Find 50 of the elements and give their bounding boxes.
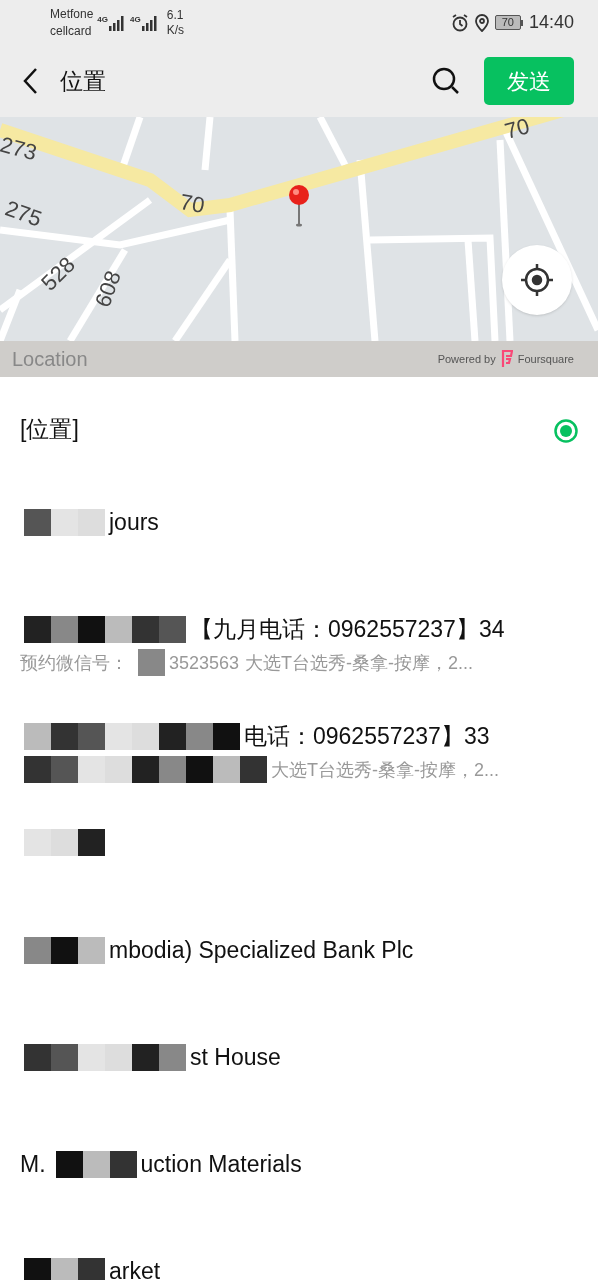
place-row[interactable]: [位置] [0,377,598,484]
place-row[interactable]: arket [0,1233,598,1280]
mosaic-redaction [138,649,165,676]
clock: 14:40 [528,11,574,34]
powered-by-text: Powered by [437,351,496,367]
place-row[interactable]: jours [0,484,598,591]
provider-name: Foursquare [517,351,574,367]
place-address: 3523563 [169,651,240,675]
network-label: 4G [97,13,109,26]
crosshair-icon [519,262,555,298]
map-footer-label: Location [12,347,88,372]
road-label: 70 [178,191,207,217]
road-label: 70 [502,117,532,143]
place-row[interactable]: 【九月电话：0962557237】34 预约微信号： 3523563 大选T台选秀-桑拿-按摩，2... [0,591,598,698]
network-label: 4G [130,13,141,26]
network-speed: 6.1 [166,7,185,23]
place-row[interactable]: mbodia) Specialized Bank Plc [0,912,598,1019]
search-icon [432,67,460,95]
carrier-name: Metfone [50,5,94,23]
road-label: 275 [2,197,45,231]
alarm-icon [450,13,469,32]
place-row[interactable]: M. uction Materials [0,1126,598,1233]
place-address: 大选T台选秀-桑拿-按摩，2... [271,758,499,782]
foursquare-logo-icon [500,350,513,368]
place-address: 大选T台选秀-桑拿-按摩，2... [245,651,474,675]
back-icon [22,67,38,95]
place-row[interactable]: st House [0,1019,598,1126]
road-label: 273 [0,133,39,165]
place-name: [位置] [20,415,79,443]
signal-icon [108,13,127,32]
place-name: st House [190,1043,281,1071]
carrier-name: cellcard [50,22,93,40]
place-address: 预约微信号： [20,651,128,675]
place-name: M. [20,1150,46,1178]
map-pin-icon [288,184,310,228]
place-name: 【九月电话：0962557237】34 [190,615,505,643]
place-name: arket [109,1257,161,1280]
road-label: 528 [37,253,80,295]
place-name: jours [109,508,159,536]
place-name: 电话：0962557237】33 [244,722,490,750]
road-label: 608 [91,268,125,310]
locate-button[interactable] [502,245,572,315]
speed-unit: K/s [166,22,185,38]
place-row[interactable]: 电话：0962557237】33 大选T台选秀-桑拿-按摩，2... [0,698,598,805]
place-name: mbodia) Specialized Bank Plc [109,936,414,964]
signal-icon [140,13,159,32]
battery-indicator: 70 [494,15,521,30]
page-title: 位置 [60,66,106,96]
location-icon [474,13,489,32]
place-name: uction Materials [140,1150,302,1178]
